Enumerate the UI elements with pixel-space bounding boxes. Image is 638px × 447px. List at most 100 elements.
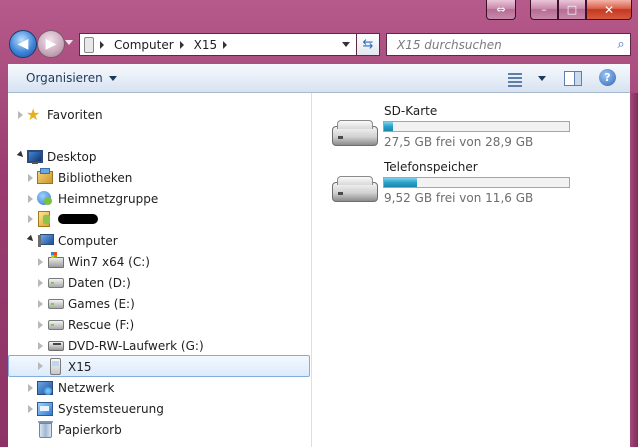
removable-drive-icon (332, 176, 378, 202)
breadcrumb-computer[interactable]: Computer (110, 34, 178, 55)
organize-label: Organisieren (26, 71, 103, 85)
phone-device-icon (50, 358, 61, 375)
tree-item-label: Systemsteuerung (58, 402, 164, 416)
content-pane: SD-Karte 27,5 GB frei von 28,9 GB Telefo… (312, 93, 630, 447)
drive-tile-sd-card[interactable]: SD-Karte 27,5 GB frei von 28,9 GB (328, 104, 628, 154)
desktop-icon (27, 150, 43, 164)
tree-item-recycle-bin[interactable]: Papierkorb (8, 420, 311, 440)
tree-item-desktop[interactable]: Desktop (8, 147, 311, 167)
refresh-button[interactable]: ⇆ (356, 33, 380, 56)
tree-item-homegroup[interactable]: Heimnetzgruppe (8, 189, 311, 209)
change-view-icon[interactable] (508, 71, 522, 87)
tree-item-favorites[interactable]: ★ Favoriten (8, 105, 311, 125)
expand-arrow-icon[interactable] (28, 174, 33, 182)
dvd-drive-icon (48, 341, 64, 351)
forward-button[interactable]: ▶ (37, 30, 65, 58)
user-folder-icon (38, 211, 50, 227)
search-placeholder: X15 durchsuchen (397, 37, 502, 52)
expand-arrow-icon[interactable] (28, 215, 33, 223)
drive-name: SD-Karte (384, 104, 438, 118)
tree-item-label: Netzwerk (58, 381, 115, 395)
expand-arrow-icon[interactable] (38, 258, 43, 266)
organize-button[interactable]: Organisieren (26, 71, 117, 85)
help-button[interactable]: ? (599, 69, 616, 86)
breadcrumb-separator-icon[interactable] (179, 40, 184, 49)
tree-item-label: X15 (68, 360, 92, 374)
drive-free-space: 27,5 GB frei von 28,9 GB (384, 135, 534, 149)
hard-drive-icon (48, 278, 64, 288)
expand-arrow-icon[interactable] (28, 405, 33, 413)
removable-drive-icon (332, 120, 378, 146)
caption-buttons: ⇔ – □ ✕ (486, 0, 632, 20)
expand-arrow-icon[interactable] (38, 279, 43, 287)
control-panel-icon (37, 402, 53, 416)
recent-pages-dropdown[interactable] (65, 40, 73, 45)
expand-arrow-icon[interactable] (38, 300, 43, 308)
star-icon: ★ (26, 105, 41, 124)
tree-item-computer[interactable]: Computer (8, 231, 311, 251)
window-border-right (630, 93, 638, 447)
breadcrumb-x15[interactable]: X15 (190, 34, 222, 55)
close-button[interactable]: ✕ (586, 0, 632, 20)
capacity-bar-fill (384, 122, 394, 131)
expand-arrow-icon[interactable] (28, 384, 33, 392)
tree-item-user-folder[interactable] (8, 209, 311, 229)
forward-arrow-icon: ▶ (45, 36, 57, 52)
homegroup-icon (37, 191, 52, 205)
address-dropdown-icon[interactable] (342, 42, 350, 47)
drive-tile-phone-memory[interactable]: Telefonspeicher 9,52 GB frei von 11,6 GB (328, 160, 628, 210)
search-input[interactable]: X15 durchsuchen ⌕ (386, 33, 631, 56)
expand-arrow-icon[interactable] (28, 195, 33, 203)
tree-item-label: Bibliotheken (58, 171, 133, 185)
tree-item-control-panel[interactable]: Systemsteuerung (8, 399, 311, 419)
tree-item-label: Favoriten (47, 108, 103, 122)
capacity-bar (383, 177, 570, 188)
tree-item-drive-f[interactable]: Rescue (F:) (8, 315, 311, 335)
breadcrumb-separator-icon[interactable] (100, 40, 104, 49)
back-button[interactable]: ◀ (9, 30, 37, 58)
libraries-icon (37, 168, 53, 184)
address-bar[interactable]: Computer X15 (79, 33, 357, 56)
tree-item-libraries[interactable]: Bibliotheken (8, 168, 311, 188)
tree-item-label: Computer (58, 234, 118, 248)
tree-item-label: DVD-RW-Laufwerk (G:) (68, 339, 204, 353)
back-arrow-icon: ◀ (17, 36, 29, 52)
tree-item-drive-e[interactable]: Games (E:) (8, 294, 311, 314)
tree-item-label: Games (E:) (68, 297, 135, 311)
expand-arrow-icon[interactable] (18, 111, 23, 119)
swap-window-button[interactable]: ⇔ (486, 0, 516, 20)
preview-pane-icon[interactable] (564, 71, 582, 86)
expand-arrow-icon[interactable] (38, 321, 43, 329)
tree-item-label: Desktop (47, 150, 97, 164)
tree-item-network[interactable]: Netzwerk (8, 378, 311, 398)
tree-item-label: Papierkorb (58, 423, 122, 437)
search-icon[interactable]: ⌕ (612, 37, 630, 52)
hard-drive-icon (48, 320, 64, 330)
tree-item-label: Win7 x64 (C:) (68, 255, 150, 269)
tree-item-drive-d[interactable]: Daten (D:) (8, 273, 311, 293)
drive-free-space: 9,52 GB frei von 11,6 GB (384, 191, 534, 205)
command-bar: Organisieren ? (8, 64, 630, 93)
chevron-down-icon (108, 75, 117, 81)
drive-name: Telefonspeicher (384, 160, 478, 174)
refresh-icon: ⇆ (362, 37, 374, 52)
collapse-arrow-icon[interactable] (26, 234, 36, 244)
minimize-button[interactable]: – (530, 0, 558, 20)
capacity-bar (383, 121, 570, 132)
view-options-dropdown[interactable] (538, 76, 546, 81)
maximize-button[interactable]: □ (558, 0, 586, 20)
expand-arrow-icon[interactable] (38, 342, 43, 350)
system-drive-icon (48, 252, 64, 268)
expand-arrow-icon[interactable] (38, 362, 43, 370)
breadcrumb-separator-icon[interactable] (223, 40, 228, 49)
tree-item-drive-c[interactable]: Win7 x64 (C:) (8, 252, 311, 272)
navigation-bar: ◀ ▶ Computer X15 ⇆ X15 durchsuchen ⌕ (0, 28, 638, 62)
network-icon (37, 381, 53, 395)
tree-item-x15[interactable]: X15 (8, 355, 310, 377)
recycle-bin-icon (38, 421, 53, 438)
redacted-username (58, 214, 98, 224)
tree-item-drive-g[interactable]: DVD-RW-Laufwerk (G:) (8, 336, 311, 356)
tree-item-label: Rescue (F:) (68, 318, 135, 332)
collapse-arrow-icon[interactable] (16, 150, 26, 160)
computer-icon (38, 234, 54, 247)
